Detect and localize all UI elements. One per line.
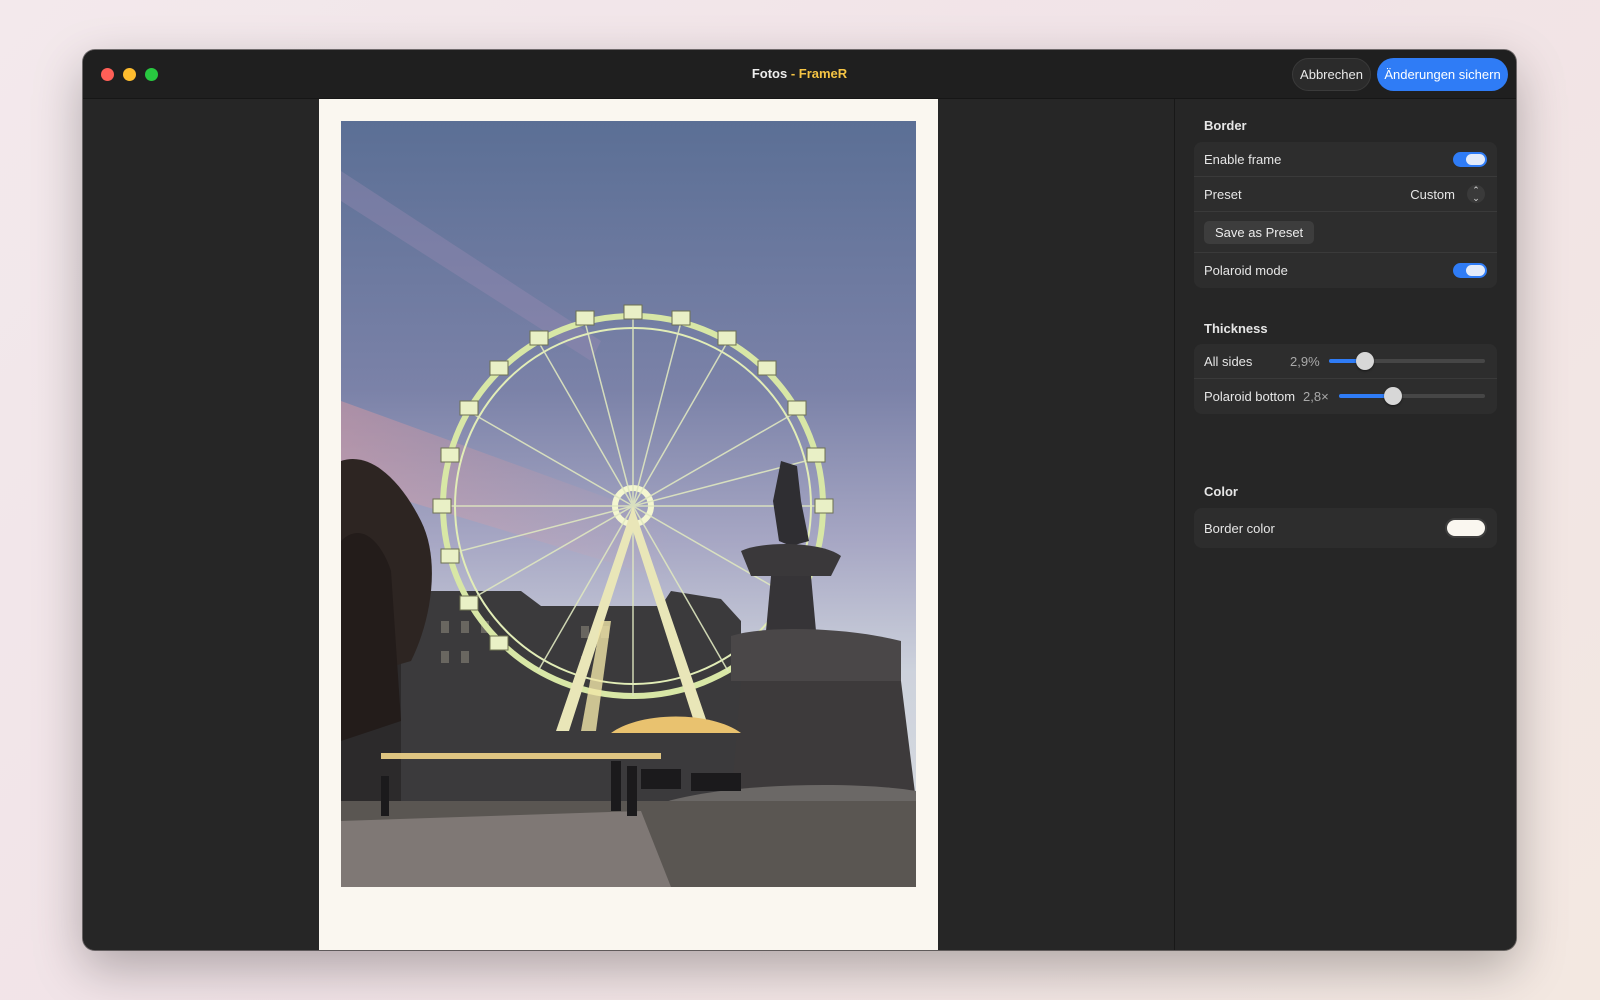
save-changes-button[interactable]: Änderungen sichern (1377, 58, 1508, 91)
save-as-preset-button[interactable]: Save as Preset (1204, 220, 1315, 244)
thickness-group: All sides 2,9% Polaroid bottom 2,8× (1194, 344, 1497, 414)
polaroid-mode-label: Polaroid mode (1204, 263, 1288, 278)
polaroid-bottom-value: 2,8× (1303, 389, 1329, 404)
toggle-knob (1466, 153, 1485, 165)
save-preset-row: Save as Preset (1194, 212, 1497, 253)
preset-stepper-icon[interactable]: ⌃ ⌄ (1467, 185, 1485, 203)
all-sides-value: 2,9% (1290, 353, 1320, 369)
enable-frame-toggle[interactable] (1453, 151, 1487, 167)
all-sides-slider[interactable] (1329, 352, 1485, 370)
border-color-swatch[interactable] (1445, 518, 1487, 538)
window-title-app: - FrameR (787, 66, 848, 81)
enable-frame-label: Enable frame (1204, 151, 1282, 167)
polaroid-frame-preview (319, 99, 938, 950)
preset-row: Preset Custom ⌃ ⌄ (1194, 177, 1497, 212)
slider-thumb[interactable] (1384, 387, 1403, 405)
preset-value[interactable]: Custom (1410, 187, 1455, 202)
border-group: Enable frame Preset Custom ⌃ ⌄ Save as Pr… (1194, 142, 1497, 288)
polaroid-mode-toggle[interactable] (1453, 263, 1487, 278)
title-bar: Fotos - FrameR Abbrechen Änderungen sich… (83, 50, 1516, 99)
polaroid-bottom-slider[interactable] (1339, 387, 1485, 405)
preset-label: Preset (1204, 186, 1242, 202)
polaroid-mode-row: Polaroid mode (1194, 253, 1497, 288)
photo-preview (341, 121, 916, 887)
border-color-row: Border color (1194, 508, 1497, 548)
app-window: Fotos - FrameR Abbrechen Änderungen sich… (83, 50, 1516, 950)
all-sides-label: All sides (1204, 353, 1253, 369)
window-title-prefix: Fotos (751, 66, 788, 81)
preview-canvas (83, 99, 1174, 950)
polaroid-bottom-label: Polaroid bottom (1204, 389, 1296, 404)
color-section-title: Color (1204, 484, 1238, 499)
slider-thumb[interactable] (1355, 352, 1374, 370)
all-sides-row: All sides 2,9% (1194, 344, 1497, 379)
cancel-button[interactable]: Abbrechen (1292, 58, 1371, 91)
inspector-panel: Border Enable frame Preset Custom ⌃ ⌄ Sav… (1174, 99, 1516, 950)
border-section-title: Border (1204, 118, 1247, 133)
thickness-section-title: Thickness (1204, 321, 1268, 336)
border-color-label: Border color (1204, 520, 1275, 536)
color-group: Border color (1194, 508, 1497, 548)
polaroid-bottom-row: Polaroid bottom 2,8× (1194, 379, 1497, 414)
enable-frame-row: Enable frame (1194, 142, 1497, 177)
toggle-knob (1466, 265, 1485, 276)
